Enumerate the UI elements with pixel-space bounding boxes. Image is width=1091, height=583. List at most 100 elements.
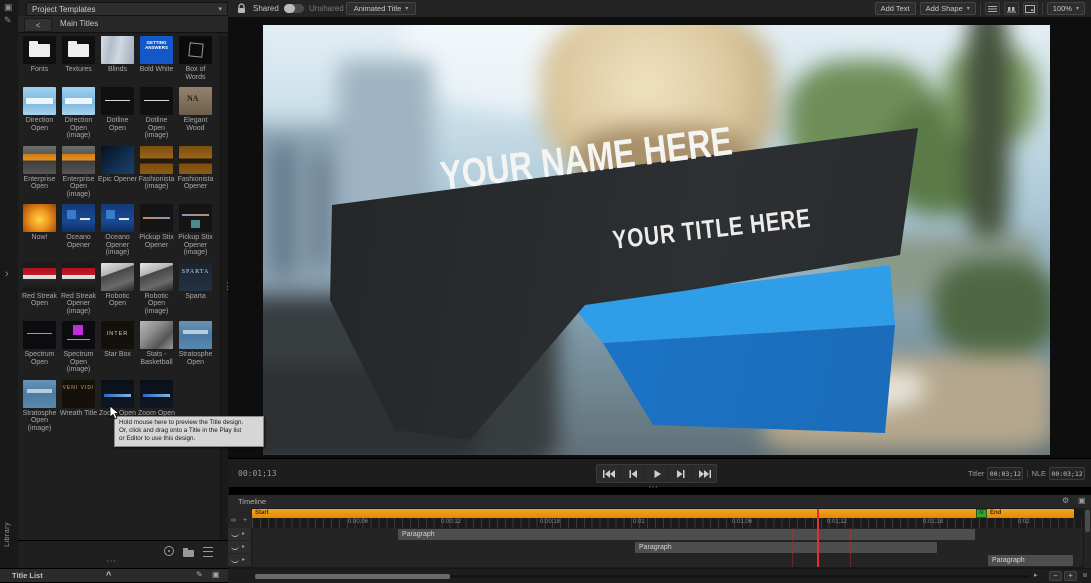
timeline-zoom-out-button[interactable]: − [1049, 571, 1062, 581]
template-item[interactable]: Stats - Basketball [137, 321, 176, 374]
title-style-dropdown[interactable]: Animated Title ▾ [346, 2, 416, 15]
template-item[interactable]: Blinds [98, 36, 137, 81]
project-templates-dropdown[interactable]: Project Templates ▾ [26, 2, 228, 16]
template-item[interactable]: SPARTASparta [176, 263, 215, 316]
template-thumbnail[interactable] [62, 87, 95, 115]
template-item[interactable]: Robotic Open [98, 263, 137, 316]
template-thumbnail[interactable] [140, 321, 173, 349]
template-thumbnail[interactable]: INTER [101, 321, 134, 349]
template-thumbnail[interactable] [62, 321, 95, 349]
columns-icon[interactable] [1004, 2, 1019, 15]
range-marker[interactable]: M [976, 509, 987, 518]
template-item[interactable]: Getting ANSWERSBold White [137, 36, 176, 81]
track-expand-icon[interactable]: ▸ [242, 531, 245, 537]
template-item[interactable]: Red Streak Opener (image) [59, 263, 98, 316]
template-thumbnail[interactable]: NA [179, 87, 212, 115]
title-duration-bar[interactable]: Start End [252, 509, 1074, 518]
template-thumbnail[interactable] [140, 380, 173, 408]
preview-icon[interactable] [164, 546, 174, 556]
step-forward-button[interactable] [669, 465, 693, 482]
panel-resize-handle-icon[interactable]: ⋯ [106, 560, 117, 564]
template-item[interactable]: Spectrum Open (image) [59, 321, 98, 374]
back-button[interactable]: < [24, 18, 52, 32]
timeline-clip[interactable]: Paragraph [398, 529, 975, 540]
template-thumbnail[interactable] [62, 204, 95, 232]
timeline-clip[interactable]: Paragraph [988, 555, 1073, 566]
panel-expander-icon[interactable]: › [5, 270, 9, 279]
template-item[interactable]: Direction Open (image) [59, 87, 98, 140]
timeline-track[interactable]: ▸ Paragraph [228, 528, 1091, 542]
template-item[interactable]: Enterprise Open [20, 146, 59, 199]
template-thumbnail[interactable]: VENI VIDI [62, 380, 95, 408]
template-thumbnail[interactable] [179, 146, 212, 174]
folder-icon[interactable] [62, 36, 95, 64]
scrollbar-thumb[interactable] [255, 574, 450, 579]
track-visibility-icon[interactable] [231, 545, 239, 550]
template-item[interactable]: Pickup Stix Opener (image) [176, 204, 215, 257]
template-item[interactable]: INTERStar Box [98, 321, 137, 374]
template-thumbnail[interactable] [101, 87, 134, 115]
template-thumbnail[interactable] [101, 146, 134, 174]
nle-timecode-field[interactable]: 00:03;12 [1049, 467, 1085, 480]
pencil-icon[interactable]: ✎ [4, 16, 12, 25]
library-tab-label[interactable]: Library [4, 522, 11, 547]
list-view-icon[interactable] [203, 547, 213, 557]
gear-icon[interactable]: ⚙ [1062, 496, 1069, 505]
title-list-bar[interactable]: Title List ^ ✎ ▣ [0, 568, 229, 582]
template-item[interactable]: Stratosphe Open [176, 321, 215, 374]
timeline-zoom-in-button[interactable]: + [1064, 571, 1077, 581]
panel-square-icon[interactable]: ▣ [212, 570, 220, 580]
align-lines-icon[interactable] [985, 2, 1000, 15]
template-thumbnail[interactable] [140, 146, 173, 174]
template-item[interactable]: Enterprise Open (image) [59, 146, 98, 199]
template-thumbnail[interactable] [23, 146, 56, 174]
template-thumbnail[interactable] [179, 321, 212, 349]
template-thumbnail[interactable] [23, 87, 56, 115]
template-item[interactable]: Box of Words [176, 36, 215, 81]
add-track-icon[interactable]: + [243, 517, 247, 524]
template-thumbnail[interactable] [179, 36, 212, 64]
link-tracks-icon[interactable]: ∞ [231, 517, 236, 524]
step-back-button[interactable] [621, 465, 645, 482]
template-item[interactable]: VENI VIDIWreath Title [59, 380, 98, 433]
toggle-knob[interactable] [284, 4, 295, 13]
template-item[interactable]: Red Streak Open [20, 263, 59, 316]
template-item[interactable]: Dotline Open [98, 87, 137, 140]
timeline-ruler[interactable]: ∞ + Start End M 0:00;060:00;120:00;180:0… [228, 508, 1091, 528]
template-thumbnail[interactable] [140, 263, 173, 291]
go-to-end-button[interactable] [693, 465, 716, 482]
template-thumbnail[interactable] [179, 204, 212, 232]
template-thumbnail[interactable] [140, 87, 173, 115]
timeline-vertical-scrollbar[interactable] [1083, 508, 1091, 568]
template-thumbnail[interactable] [23, 321, 56, 349]
titler-timecode-field[interactable]: 00:03;12 [987, 467, 1023, 480]
template-thumbnail[interactable] [101, 204, 134, 232]
template-item[interactable]: Now! [20, 204, 59, 257]
lock-icon[interactable] [236, 3, 247, 14]
template-thumbnail[interactable] [62, 146, 95, 174]
template-item[interactable]: Oceano Opener [59, 204, 98, 257]
folder-icon[interactable] [23, 36, 56, 64]
pencil-icon[interactable]: ✎ [196, 570, 203, 580]
template-item[interactable]: Fonts [20, 36, 59, 81]
template-item[interactable]: NAElegant Wood [176, 87, 215, 140]
template-thumbnail[interactable] [23, 380, 56, 408]
template-thumbnail[interactable] [101, 380, 134, 408]
template-item[interactable]: Pickup Stix Opener [137, 204, 176, 257]
new-folder-icon[interactable] [183, 550, 194, 557]
template-item[interactable]: Robotic Open (image) [137, 263, 176, 316]
scroll-right-icon[interactable]: ▸ [1034, 571, 1038, 579]
go-to-start-button[interactable] [597, 465, 621, 482]
timeline-clip[interactable]: Paragraph [635, 542, 937, 553]
template-item[interactable]: Dotline Open (image) [137, 87, 176, 140]
playhead[interactable] [817, 509, 819, 567]
track-expand-icon[interactable]: ▸ [242, 544, 245, 550]
timeline-track[interactable]: ▸ Paragraph [228, 554, 1091, 568]
template-item[interactable]: Fashionista Opener [176, 146, 215, 199]
monitor-icon[interactable]: ▣ [4, 3, 13, 12]
template-thumbnail[interactable]: SPARTA [179, 263, 212, 291]
add-text-button[interactable]: Add Text [875, 2, 916, 15]
template-item[interactable]: Oceano Opener (image) [98, 204, 137, 257]
video-preview[interactable]: YOUR NAME HERE YOUR TITLE HERE [263, 25, 1050, 455]
template-thumbnail[interactable] [23, 263, 56, 291]
